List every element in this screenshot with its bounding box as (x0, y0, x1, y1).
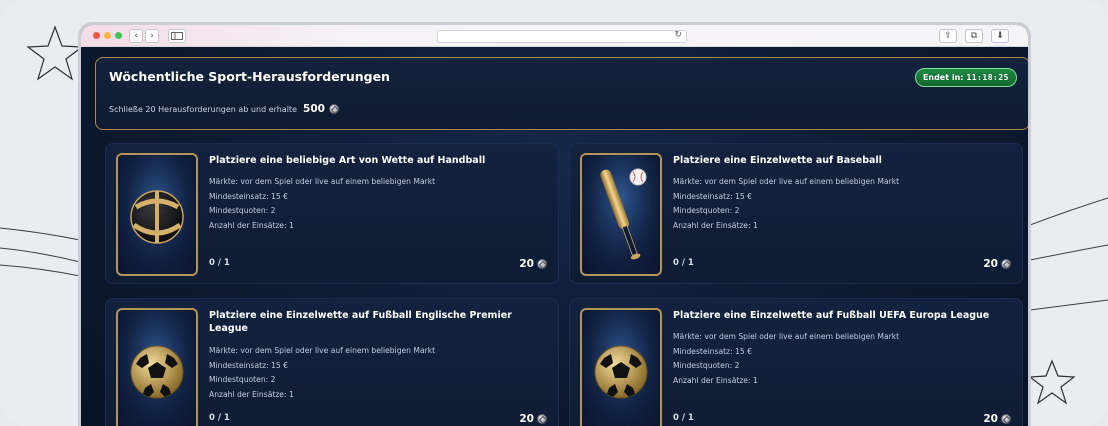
browser-window: ‹ › ↻ ⇪ ⧉ ⬇ Wöchentliche Sport-Herausfor… (78, 22, 1031, 426)
tabs-icon: ⧉ (970, 31, 978, 41)
card-title: Platziere eine Einzelwette auf Baseball (673, 155, 882, 166)
min-stake-text: Mindesteinsatz: 15 € (209, 191, 288, 201)
share-icon: ⇪ (944, 31, 952, 41)
card-reward: 20 (983, 413, 1011, 425)
min-odds-text: Mindestquoten: 2 (673, 361, 740, 370)
minimize-window-button[interactable] (104, 32, 111, 39)
total-reward-value: 500 (303, 103, 325, 115)
sidebar-icon (171, 32, 183, 40)
challenge-card-baseball[interactable]: Platziere eine Einzelwette auf Baseball … (569, 143, 1023, 284)
progress-text: 0 / 1 (673, 413, 694, 423)
card-reward: 20 (519, 258, 547, 270)
browser-toolbar: ‹ › ↻ ⇪ ⧉ ⬇ (81, 25, 1028, 47)
page-content: Wöchentliche Sport-Herausforderungen End… (81, 47, 1028, 426)
maximize-window-button[interactable] (115, 32, 122, 39)
markets-text: Märkte: vor dem Spiel oder live auf eine… (209, 346, 436, 355)
min-stake-text: Mindesteinsatz: 15 € (673, 346, 752, 356)
card-details: Märkte: vor dem Spiel oder live auf eine… (673, 175, 899, 233)
timer-value: 11:18:25 (966, 73, 1009, 82)
tabs-button[interactable]: ⧉ (965, 29, 983, 43)
line-left-3 (0, 264, 81, 277)
downloads-button[interactable]: ⬇ (991, 29, 1009, 43)
challenge-card-premier-league[interactable]: Platziere eine Einzelwette auf Fußball E… (105, 298, 559, 426)
line-left-1 (0, 227, 81, 241)
handball-icon (116, 153, 198, 276)
chevron-left-icon: ‹ (134, 31, 138, 41)
chevron-right-icon: › (150, 31, 154, 41)
card-details: Märkte: vor dem Spiel oder live auf eine… (209, 175, 435, 233)
coin-icon (537, 259, 547, 269)
bet-count-text: Anzahl der Einsätze: 1 (209, 220, 294, 230)
bet-count-text: Anzahl der Einsätze: 1 (209, 389, 294, 399)
challenge-card-europa-league[interactable]: Platziere eine Einzelwette auf Fußball U… (569, 298, 1023, 426)
line-right-3 (1029, 299, 1108, 311)
screenshot-frame: ‹ › ↻ ⇪ ⧉ ⬇ Wöchentliche Sport-Herausfor… (0, 0, 1108, 426)
close-window-button[interactable] (93, 32, 100, 39)
card-title: Platziere eine beliebige Art von Wette a… (209, 155, 486, 166)
line-right-2 (1029, 244, 1108, 261)
reward-value: 20 (519, 258, 534, 270)
soccer-ball-icon (116, 308, 198, 426)
timer-badge: Endet in: 11:18:25 (914, 68, 1017, 87)
coin-icon (1001, 259, 1011, 269)
reload-icon[interactable]: ↻ (674, 30, 682, 40)
address-bar[interactable]: ↻ (437, 30, 687, 43)
min-stake-text: Mindesteinsatz: 15 € (209, 360, 288, 370)
coin-icon (537, 414, 547, 424)
progress-text: 0 / 1 (209, 258, 230, 268)
card-reward: 20 (983, 258, 1011, 270)
reward-value: 20 (519, 413, 534, 425)
progress-text: 0 / 1 (673, 258, 694, 268)
challenge-header: Wöchentliche Sport-Herausforderungen End… (95, 57, 1028, 130)
subtitle-text: Schließe 20 Herausforderungen ab und erh… (109, 104, 298, 114)
markets-text: Märkte: vor dem Spiel oder live auf eine… (209, 177, 436, 186)
min-stake-text: Mindesteinsatz: 15 € (673, 191, 752, 201)
reward-value: 20 (983, 258, 998, 270)
download-icon: ⬇ (996, 31, 1004, 41)
share-button[interactable]: ⇪ (939, 29, 957, 43)
coin-icon (328, 104, 339, 114)
line-right-1 (1029, 197, 1108, 226)
card-title: Platziere eine Einzelwette auf Fußball U… (673, 310, 990, 321)
star-right-icon (1028, 359, 1076, 405)
forward-button[interactable]: › (145, 29, 159, 43)
min-odds-text: Mindestquoten: 2 (209, 375, 276, 384)
min-odds-text: Mindestquoten: 2 (673, 206, 740, 215)
markets-text: Märkte: vor dem Spiel oder live auf eine… (673, 332, 900, 341)
baseball-icon (580, 153, 662, 276)
card-title: Platziere eine Einzelwette auf Fußball E… (209, 310, 512, 334)
progress-text: 0 / 1 (209, 413, 230, 423)
challenge-card-handball[interactable]: Platziere eine beliebige Art von Wette a… (105, 143, 559, 284)
coin-icon (1001, 414, 1011, 424)
card-reward: 20 (519, 413, 547, 425)
reward-value: 20 (983, 413, 998, 425)
bet-count-text: Anzahl der Einsätze: 1 (673, 220, 758, 230)
star-left-icon (26, 25, 84, 81)
line-left-2 (0, 247, 81, 263)
timer-label: Endet in: (922, 73, 964, 82)
sidebar-toggle-button[interactable] (168, 29, 186, 43)
page-title: Wöchentliche Sport-Herausforderungen (109, 69, 390, 84)
soccer-ball-icon (580, 308, 662, 426)
challenge-subtitle: Schließe 20 Herausforderungen ab und erh… (109, 103, 339, 115)
min-odds-text: Mindestquoten: 2 (209, 206, 276, 215)
card-details: Märkte: vor dem Spiel oder live auf eine… (209, 344, 435, 402)
bet-count-text: Anzahl der Einsätze: 1 (673, 375, 758, 385)
card-details: Märkte: vor dem Spiel oder live auf eine… (673, 330, 899, 388)
markets-text: Märkte: vor dem Spiel oder live auf eine… (673, 177, 900, 186)
back-button[interactable]: ‹ (129, 29, 143, 43)
